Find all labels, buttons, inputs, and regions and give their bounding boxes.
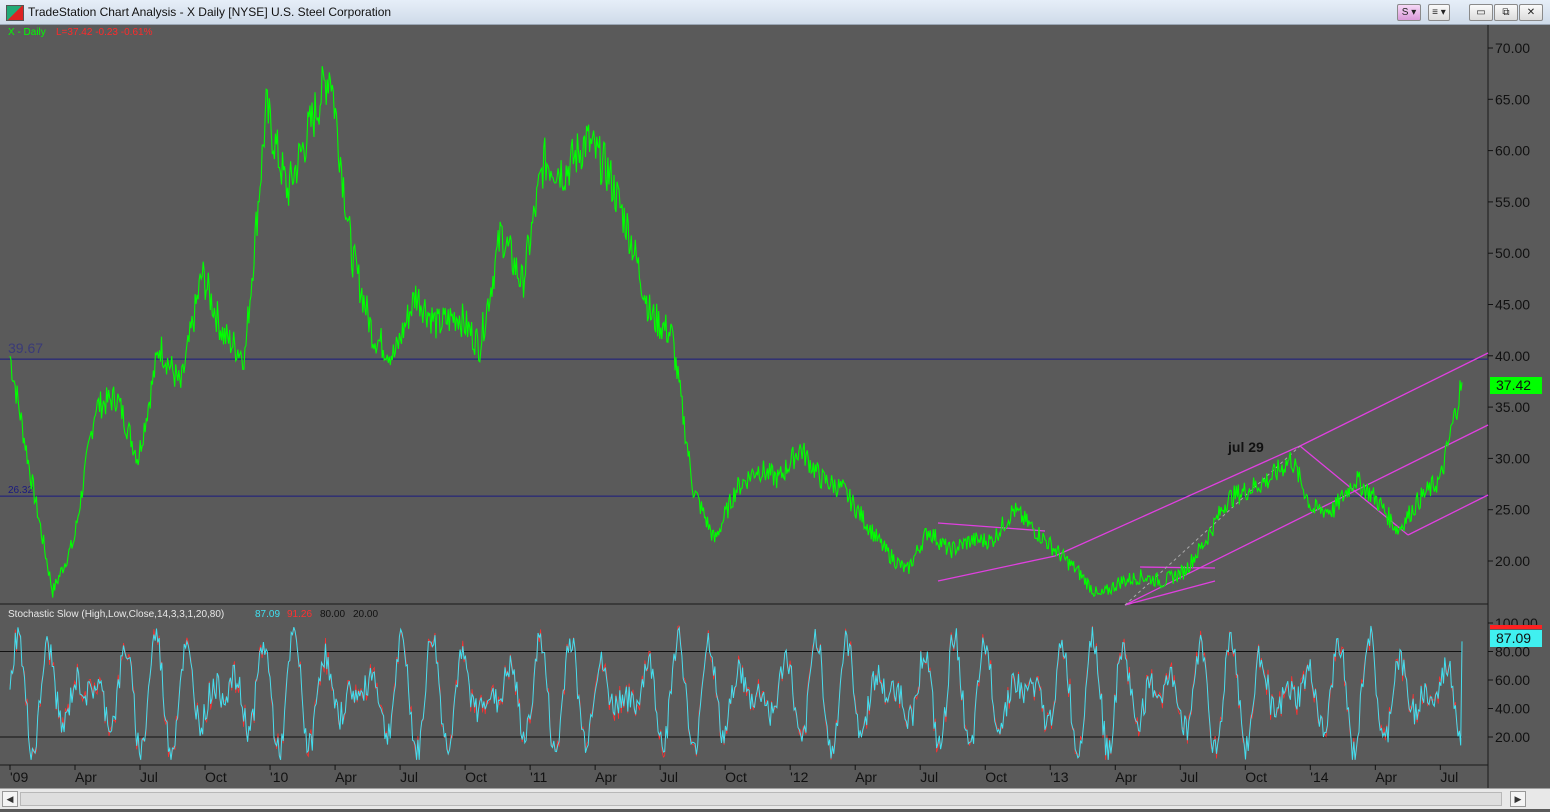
price-chart[interactable]: X - Daily L=37.42 -0.23 -0.61% 39.67 26.… xyxy=(0,25,1550,788)
minimize-button[interactable]: ▭ xyxy=(1469,4,1493,21)
level-26-label: 26.32 xyxy=(8,485,33,496)
price-tick-label: 25.00 xyxy=(1495,502,1530,518)
date-tick-label: Jul xyxy=(400,769,418,785)
price-tick-label: 40.00 xyxy=(1495,348,1530,364)
symbol-link-button[interactable]: S ▾ xyxy=(1397,4,1421,21)
date-tick-label: Jul xyxy=(1440,769,1458,785)
stochastic-tick-label: 40.00 xyxy=(1495,701,1530,717)
app-icon xyxy=(6,5,24,21)
symbol-label: X - Daily xyxy=(8,27,46,38)
date-tick-label: '12 xyxy=(790,769,808,785)
date-tick-label: Oct xyxy=(985,769,1007,785)
quote-label: L=37.42 -0.23 -0.61% xyxy=(56,27,153,38)
maximize-button[interactable]: ⧉ xyxy=(1494,4,1518,21)
date-tick-label: '14 xyxy=(1310,769,1328,785)
price-tick-label: 30.00 xyxy=(1495,450,1530,466)
price-tick-label: 65.00 xyxy=(1495,91,1530,107)
date-tick-label: '09 xyxy=(10,769,28,785)
date-tick-label: '11 xyxy=(530,769,547,785)
close-button[interactable]: ✕ xyxy=(1519,4,1543,21)
stochastic-d-value: 91.26 xyxy=(287,609,312,620)
price-tick-label: 45.00 xyxy=(1495,297,1530,313)
date-tick-label: Jul xyxy=(1180,769,1198,785)
horizontal-scrollbar[interactable]: ◀ ▶ xyxy=(0,788,1550,809)
window-title: TradeStation Chart Analysis - X Daily [N… xyxy=(28,5,392,19)
scroll-right-button[interactable]: ▶ xyxy=(1510,791,1526,807)
stochastic-overbought: 80.00 xyxy=(320,609,345,620)
price-tick-label: 20.00 xyxy=(1495,553,1530,569)
price-tick-label: 50.00 xyxy=(1495,245,1530,261)
date-tick-label: '13 xyxy=(1050,769,1068,785)
price-axis: 70.00 65.00 60.00 55.00 50.00 45.00 40.00 35.00… xyxy=(1488,40,1530,569)
date-tick-label: Oct xyxy=(465,769,487,785)
date-tick-label: Jul xyxy=(660,769,678,785)
date-tick-label: Apr xyxy=(1115,769,1137,785)
title-bar: TradeStation Chart Analysis - X Daily [N… xyxy=(0,0,1550,25)
stochastic-label: Stochastic Slow (High,Low,Close,14,3,3,1… xyxy=(8,609,224,620)
date-tick-label: Apr xyxy=(75,769,97,785)
date-tick-label: Oct xyxy=(205,769,227,785)
date-tick-label: Jul xyxy=(920,769,938,785)
stochastic-oversold: 20.00 xyxy=(353,609,378,620)
stochastic-d-flag xyxy=(1490,625,1542,629)
chart-area[interactable]: X - Daily L=37.42 -0.23 -0.61% 39.67 26.… xyxy=(0,25,1550,812)
date-tick-label: Oct xyxy=(725,769,747,785)
jul29-annotation: jul 29 xyxy=(1227,439,1264,455)
date-tick-label: Oct xyxy=(1245,769,1267,785)
last-price-label: 37.42 xyxy=(1496,377,1531,393)
stochastic-tick-label: 20.00 xyxy=(1495,729,1530,745)
price-tick-label: 70.00 xyxy=(1495,40,1530,56)
price-tick-label: 60.00 xyxy=(1495,143,1530,159)
date-tick-label: '10 xyxy=(270,769,288,785)
level-39-label: 39.67 xyxy=(8,340,43,356)
scroll-thumb[interactable] xyxy=(20,792,1502,806)
scroll-left-button[interactable]: ◀ xyxy=(2,791,18,807)
date-tick-label: Apr xyxy=(595,769,617,785)
date-tick-label: Apr xyxy=(855,769,877,785)
price-tick-label: 35.00 xyxy=(1495,399,1530,415)
date-tick-label: Jul xyxy=(140,769,158,785)
window-menu-button[interactable]: ≡ ▾ xyxy=(1428,4,1450,21)
stochastic-tick-label: 60.00 xyxy=(1495,672,1530,688)
date-tick-label: Apr xyxy=(335,769,357,785)
date-tick-label: Apr xyxy=(1375,769,1397,785)
stochastic-last-label: 87.09 xyxy=(1496,630,1531,646)
stochastic-k-value: 87.09 xyxy=(255,609,280,620)
price-tick-label: 55.00 xyxy=(1495,194,1530,210)
